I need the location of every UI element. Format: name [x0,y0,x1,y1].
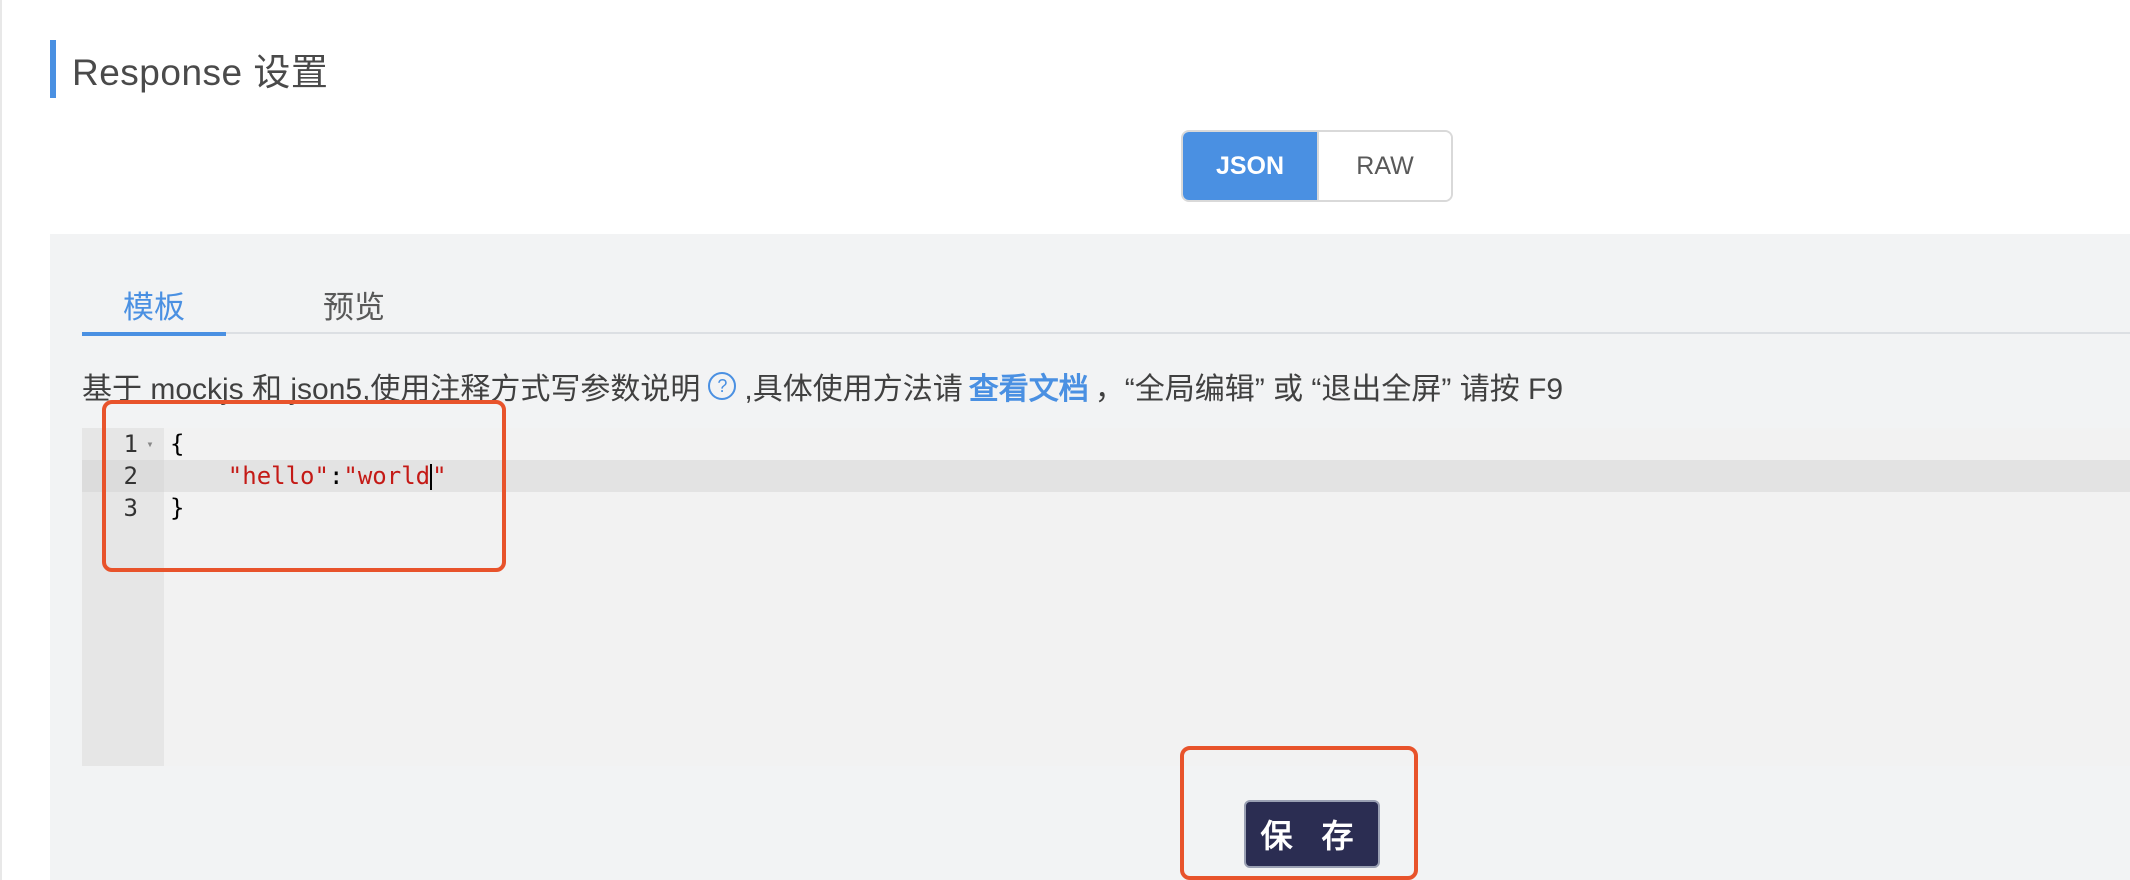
hint-text: 基于 mockjs 和 json5,使用注释方式写参数说明 ? ,具体使用方法请… [82,364,1563,408]
response-mode-toggle[interactable]: JSON RAW [1181,130,1453,202]
mode-raw-button[interactable]: RAW [1317,132,1451,200]
line-number: 2 [123,462,138,490]
hint-suffix: ，“全局编辑” 或 “退出全屏” 请按 F9 [1094,373,1564,406]
code-line[interactable]: 2 "hello":"world" [82,460,2130,492]
json-key: "hello" [227,462,329,490]
json-value: "world" [343,462,447,490]
section-header: Response 设置 [50,40,328,98]
line-number: 3 [123,494,138,522]
tab-template[interactable]: 模板 [82,274,226,336]
code-text: "hello":"world" [160,462,447,490]
text-cursor [430,464,433,490]
code-editor[interactable]: 1 ▾ { 2 "hello":"world" 3 } [82,428,2130,766]
fold-arrow-icon[interactable]: ▾ [140,437,160,451]
line-number: 1 [123,430,138,458]
save-button[interactable]: 保 存 [1244,800,1380,868]
code-text: } [170,494,185,522]
tab-preview[interactable]: 预览 [282,274,426,334]
code-text: { [170,430,185,458]
question-circle-icon[interactable]: ? [708,372,737,400]
response-panel: 模板 预览 基于 mockjs 和 json5,使用注释方式写参数说明 ? ,具… [50,234,2130,880]
json-separator: : [328,462,344,490]
section-title: Response 设置 [72,52,329,93]
code-line[interactable]: 1 ▾ { [82,428,2130,460]
tab-bar: 模板 预览 [82,274,2130,336]
code-line[interactable]: 3 } [82,492,2130,524]
mode-json-button[interactable]: JSON [1183,132,1317,200]
active-tab-underline [82,332,226,336]
hint-prefix: 基于 mockjs 和 json5,使用注释方式写参数说明 [82,373,701,406]
hint-middle: ,具体使用方法请 [744,373,963,406]
tab-preview-label: 预览 [323,289,385,325]
page-left-border [0,0,2,880]
tab-template-label: 模板 [123,289,185,325]
view-docs-link[interactable]: 查看文档 [969,364,1089,408]
